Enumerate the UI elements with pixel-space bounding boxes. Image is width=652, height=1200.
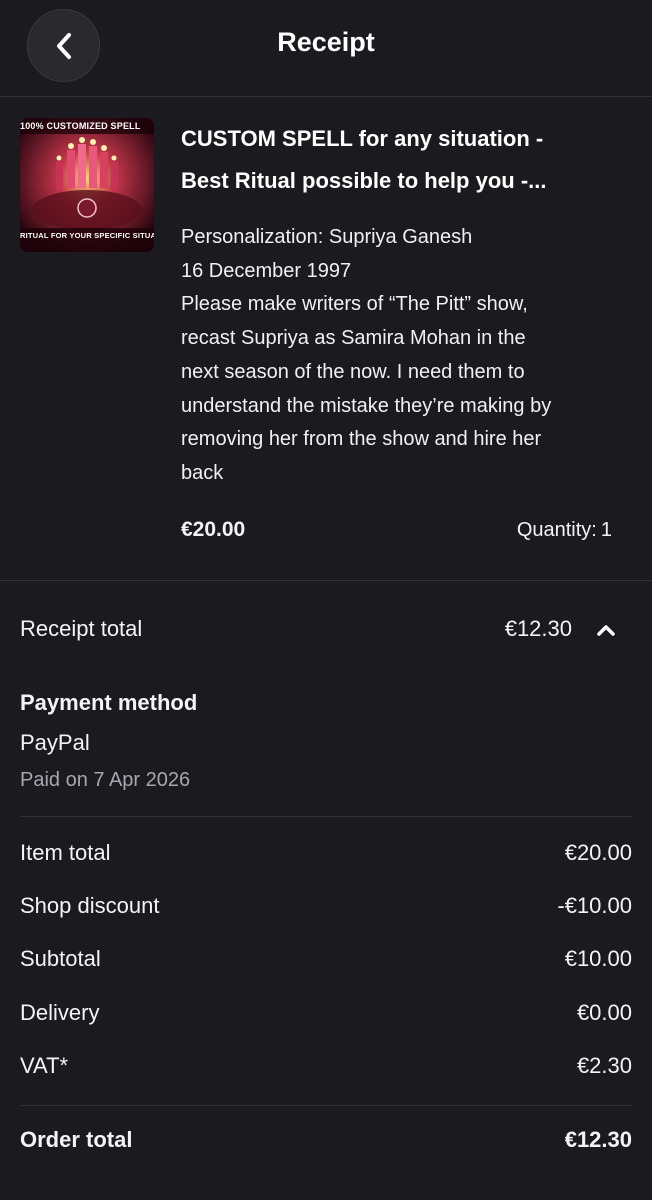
order-total-value: €12.30 — [564, 1127, 632, 1152]
personalization-line: Personalization: Supriya Ganesh — [181, 226, 473, 248]
receipt-total-label: Receipt total — [20, 616, 143, 641]
personalization-line: removing her from the show and hire her — [181, 428, 542, 451]
personalization-text: Personalization: Supriya Ganesh 16 Decem… — [181, 221, 621, 491]
breakdown-label: Delivery — [20, 1000, 100, 1025]
personalization-line: next season of the now. I need them to — [181, 360, 525, 383]
breakdown-value: €2.30 — [576, 1053, 632, 1078]
personalization-line: Please make writers of “The Pitt” show, — [181, 293, 528, 316]
divider — [20, 1105, 632, 1106]
chevron-up-icon[interactable] — [594, 620, 618, 640]
image-caption-bottom: RITUAL FOR YOUR SPECIFIC SITUATION — [20, 231, 154, 240]
item-title-line: CUSTOM SPELL for any situation - — [181, 126, 544, 151]
breakdown-value: €10.00 — [564, 946, 632, 971]
quantity-label: Quantity: — [516, 519, 597, 541]
divider — [20, 816, 632, 817]
breakdown-row-delivery: Delivery €0.00 — [20, 1000, 632, 1030]
personalization-line: 16 December 1997 — [181, 259, 352, 282]
personalization-line: understand the mistake they’re making by — [181, 394, 552, 417]
order-total-row: Order total €12.30 — [20, 1127, 632, 1157]
breakdown-value: €0.00 — [576, 1000, 632, 1025]
quantity-value: 1 — [600, 519, 612, 541]
item-quantity: Quantity: 1 — [513, 519, 612, 542]
image-caption-top: 100% CUSTOMIZED SPELL — [20, 121, 141, 131]
breakdown-label: Shop discount — [20, 893, 160, 918]
breakdown-label: VAT* — [20, 1053, 69, 1078]
item-price: €20.00 — [181, 518, 246, 541]
breakdown-value: €20.00 — [564, 840, 632, 865]
breakdown-row-shop-discount: Shop discount -€10.00 — [20, 893, 632, 923]
breakdown-label: Item total — [20, 840, 111, 865]
payment-method-value: PayPal — [20, 730, 90, 755]
listing-thumbnail[interactable]: 100% CUSTOMIZED SPELL RITUAL FOR YOUR SP… — [20, 118, 154, 252]
breakdown-value: -€10.00 — [557, 893, 632, 918]
page-title: Receipt — [277, 27, 375, 57]
breakdown-label: Subtotal — [20, 946, 101, 971]
breakdown-row-vat: VAT* €2.30 — [20, 1053, 632, 1083]
personalization-line: back — [181, 461, 224, 484]
payment-method-title: Payment method — [20, 690, 198, 715]
order-total-label: Order total — [20, 1127, 133, 1152]
breakdown-row-subtotal: Subtotal €10.00 — [20, 946, 632, 976]
breakdown-row-item-total: Item total €20.00 — [20, 840, 632, 870]
paid-date: Paid on 7 Apr 2026 — [20, 769, 191, 791]
header: Receipt — [0, 0, 652, 97]
item-title-line: Best Ritual possible to help you -... — [181, 168, 547, 193]
personalization-line: recast Supriya as Samira Mohan in the — [181, 327, 526, 350]
receipt-total-value: €12.30 — [504, 616, 572, 641]
item-title[interactable]: CUSTOM SPELL for any situation - Best Ri… — [181, 118, 621, 202]
